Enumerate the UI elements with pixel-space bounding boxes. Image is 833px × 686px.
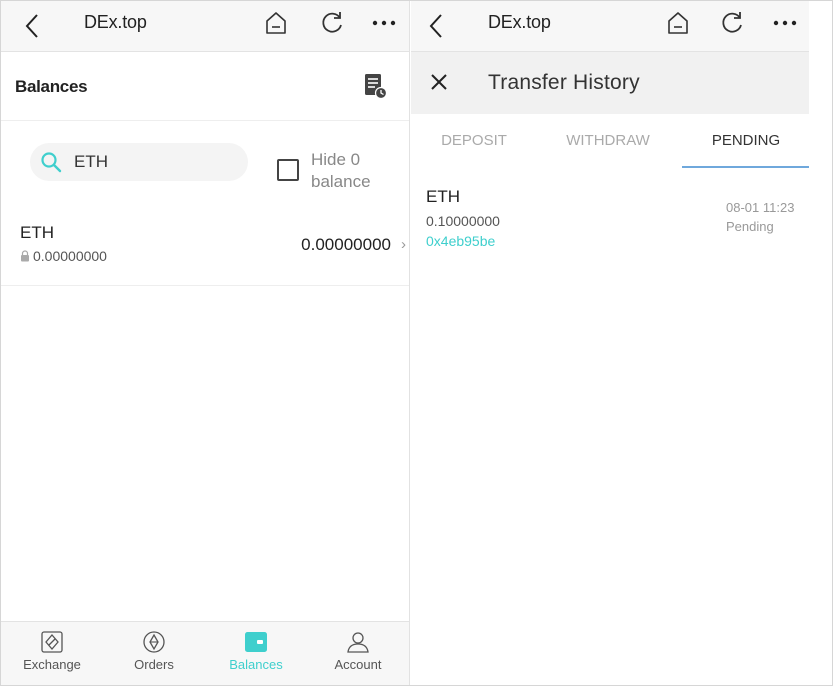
orders-icon bbox=[143, 631, 165, 653]
home-icon[interactable] bbox=[264, 10, 288, 36]
search-box[interactable] bbox=[30, 143, 248, 181]
chevron-right-icon: › bbox=[401, 236, 406, 253]
record-tx-link[interactable]: 0x4eb95be bbox=[426, 233, 495, 249]
tab-label: Balances bbox=[229, 657, 283, 672]
background-margin bbox=[809, 1, 832, 685]
tab-label: Exchange bbox=[23, 657, 81, 672]
tab-deposit[interactable]: DEPOSIT bbox=[411, 132, 537, 149]
asset-locked-amount: 0.00000000 bbox=[33, 248, 107, 264]
navbar-title: DEx.top bbox=[84, 12, 147, 32]
more-dots-icon[interactable] bbox=[370, 9, 398, 35]
tab-pending[interactable]: PENDING bbox=[683, 132, 809, 149]
record-amount: 0.10000000 bbox=[426, 213, 500, 229]
tab-account[interactable]: Account bbox=[307, 622, 409, 686]
tab-withdraw[interactable]: WITHDRAW bbox=[545, 132, 671, 149]
tab-label: Orders bbox=[134, 657, 174, 672]
balances-screen: DEx.top Balances ETH Hide 0 balance ETH … bbox=[1, 1, 410, 685]
wallet-icon bbox=[245, 632, 267, 652]
bottom-tabbar: Exchange Orders Balances Account bbox=[1, 621, 409, 685]
active-tab-underline bbox=[682, 166, 809, 168]
record-status: Pending bbox=[726, 219, 774, 234]
history-tabs: DEPOSIT WITHDRAW PENDING bbox=[411, 114, 809, 169]
transfer-history-screen: DEx.top Transfer History DEPOSIT WITHDRA… bbox=[411, 1, 809, 685]
balances-header: Balances bbox=[1, 53, 409, 121]
close-icon[interactable] bbox=[429, 72, 449, 92]
lock-icon bbox=[21, 250, 29, 262]
tab-exchange[interactable]: Exchange bbox=[1, 622, 103, 686]
asset-row-eth[interactable]: ETH 0.00000000 0.00000000 › bbox=[1, 211, 409, 286]
chevron-left-icon[interactable] bbox=[425, 11, 449, 41]
modal-header: Transfer History bbox=[411, 52, 809, 114]
history-record: ETH 0.10000000 0x4eb95be 08-01 11:23 Pen… bbox=[411, 186, 809, 266]
search-icon bbox=[41, 152, 62, 173]
browser-navbar: DEx.top bbox=[411, 1, 809, 52]
hide-zero-checkbox[interactable] bbox=[277, 159, 299, 181]
asset-balance: 0.00000000 bbox=[301, 235, 391, 254]
navbar-title: DEx.top bbox=[488, 12, 551, 32]
transfer-history-icon[interactable] bbox=[363, 73, 387, 99]
browser-navbar: DEx.top bbox=[1, 1, 409, 52]
search-input[interactable] bbox=[74, 151, 234, 173]
chevron-left-icon[interactable] bbox=[21, 11, 45, 41]
refresh-icon[interactable] bbox=[319, 9, 345, 35]
exchange-icon bbox=[41, 631, 63, 653]
hide-zero-label: Hide 0 balance bbox=[311, 150, 371, 191]
tab-label: Account bbox=[334, 657, 382, 672]
asset-symbol: ETH bbox=[20, 223, 54, 242]
modal-title: Transfer History bbox=[488, 71, 640, 94]
record-symbol: ETH bbox=[426, 187, 460, 206]
refresh-icon[interactable] bbox=[719, 9, 745, 35]
more-dots-icon[interactable] bbox=[771, 9, 799, 35]
tab-balances[interactable]: Balances bbox=[205, 622, 307, 686]
record-time: 08-01 11:23 bbox=[726, 200, 795, 215]
home-icon[interactable] bbox=[666, 10, 690, 36]
page-title: Balances bbox=[15, 77, 88, 96]
user-icon bbox=[347, 632, 369, 653]
tab-orders[interactable]: Orders bbox=[103, 622, 205, 686]
